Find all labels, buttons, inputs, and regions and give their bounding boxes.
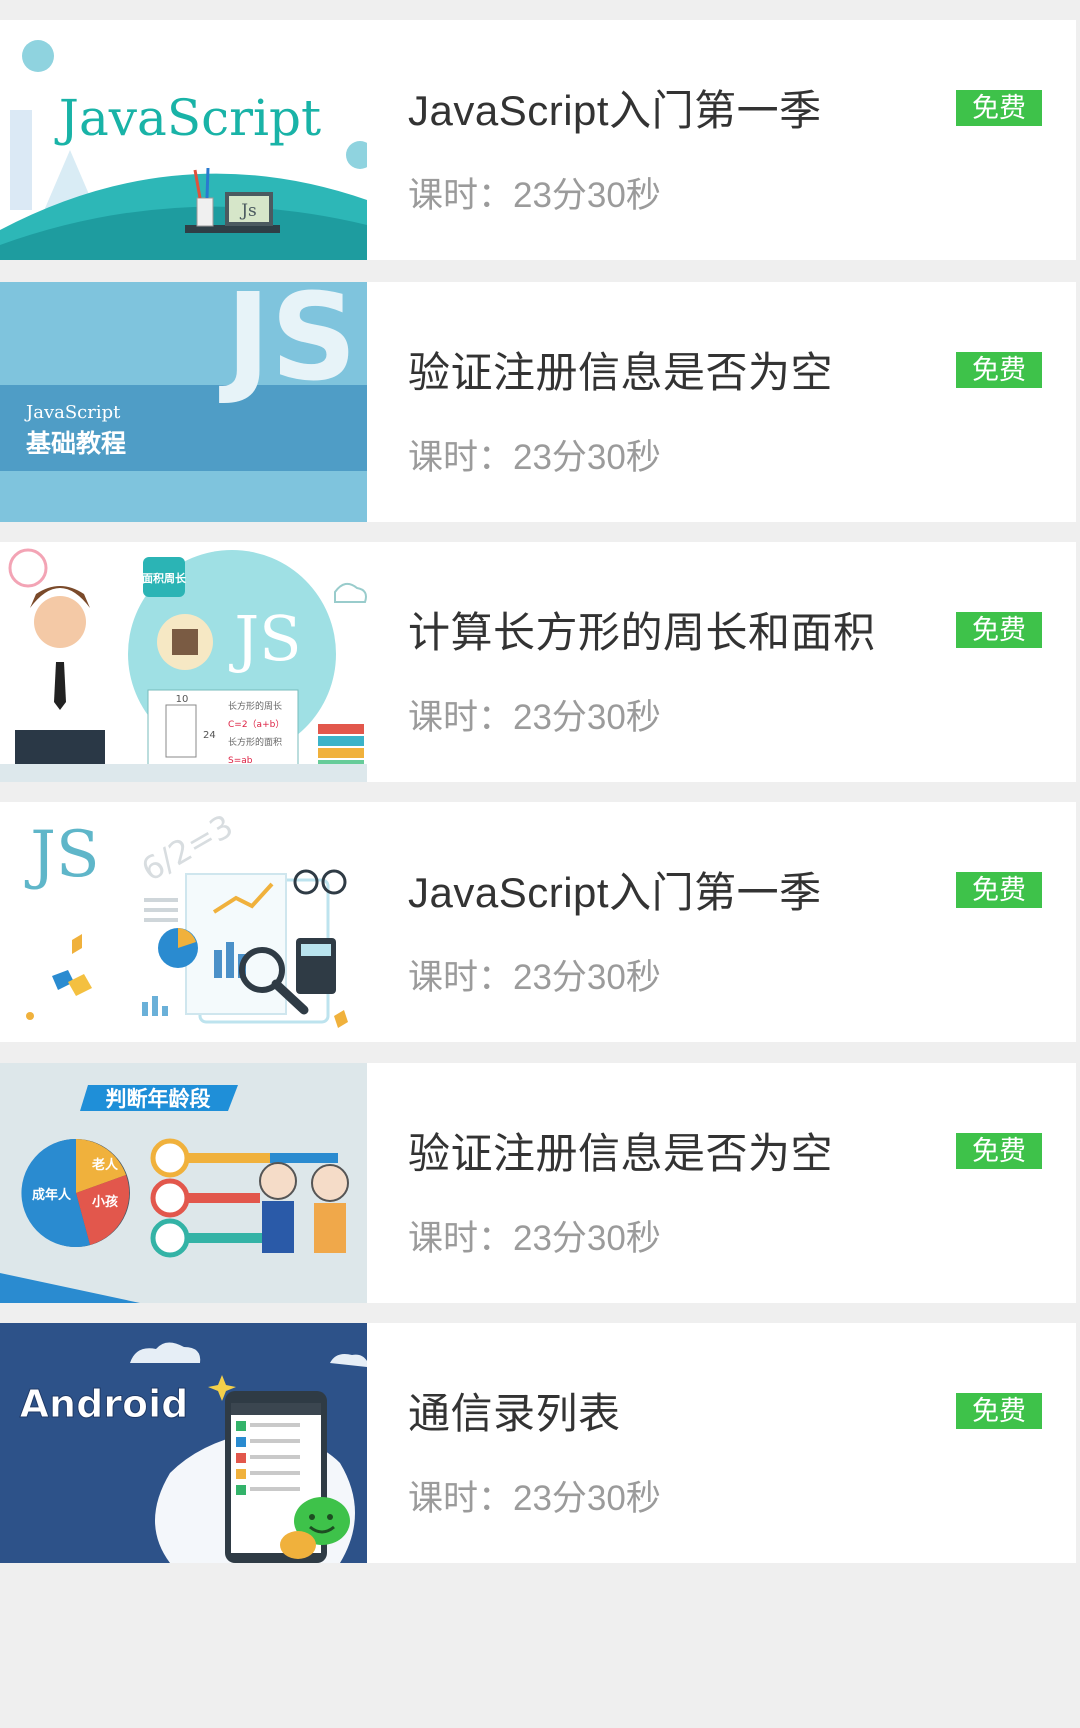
course-duration: 课时：23分30秒 <box>408 1219 661 1258</box>
course-item[interactable]: 判断年龄段 老人 成年人 小孩 验证注册信息是否为空 课时：23分30秒 免费 <box>0 1063 1076 1303</box>
thumb-formula-3: 长方形的面积 <box>228 736 282 748</box>
course-duration: 课时：23分30秒 <box>408 698 661 737</box>
thumb-formula-2: C=2（a+b） <box>228 719 284 730</box>
free-badge: 免费 <box>956 352 1042 388</box>
course-item[interactable]: JavaScript Js JavaScript入门第一季 课时：23分30秒 … <box>0 20 1076 260</box>
thumb-height: 24 <box>203 730 216 741</box>
course-duration: 课时：23分30秒 <box>408 438 661 477</box>
judge-age-group-image: 判断年龄段 老人 成年人 小孩 <box>0 1063 367 1303</box>
thumb-js-label: Js <box>239 201 257 221</box>
course-item[interactable]: Android 通信录列表 课时：23分30秒 免费 <box>0 1323 1076 1563</box>
thumb-formula-1: 长方形的周长 <box>228 700 282 712</box>
rectangle-area-perimeter-image: 面积周长 JS 10 24 长方形的周长 C=2（a+b） 长方形的面积 S=a… <box>0 542 367 782</box>
course-title[interactable]: JavaScript入门第一季 <box>408 859 822 920</box>
course-duration: 课时：23分30秒 <box>408 958 661 997</box>
course-thumbnail[interactable]: JavaScript Js <box>0 20 367 260</box>
thumb-title: 判断年龄段 <box>106 1087 211 1111</box>
js-basic-tutorial-image: JS JavaScript 基础教程 <box>0 282 367 522</box>
thumb-width: 10 <box>176 694 189 705</box>
free-badge: 免费 <box>956 872 1042 908</box>
thumb-android-text: Android <box>20 1382 189 1426</box>
thumb-label-adult: 成年人 <box>32 1187 72 1203</box>
javascript-illustration-image: JavaScript Js <box>0 20 367 260</box>
course-title[interactable]: 验证注册信息是否为空 <box>408 339 833 400</box>
free-badge: 免费 <box>956 612 1042 648</box>
thumb-label-elder: 老人 <box>91 1157 119 1173</box>
course-duration: 课时：23分30秒 <box>408 176 661 215</box>
course-item[interactable]: JS JavaScript 基础教程 验证注册信息是否为空 课时：23分30秒 … <box>0 282 1076 522</box>
thumb-big-js: JS <box>24 818 100 892</box>
android-contacts-image: Android <box>0 1323 367 1563</box>
free-badge: 免费 <box>956 1393 1042 1429</box>
free-badge: 免费 <box>956 90 1042 126</box>
course-title[interactable]: JavaScript入门第一季 <box>408 77 822 138</box>
course-title[interactable]: 验证注册信息是否为空 <box>408 1120 833 1181</box>
thumb-big-js: JS <box>228 602 301 675</box>
thumb-line1: JavaScript <box>24 402 121 423</box>
course-thumbnail[interactable]: Android <box>0 1323 367 1563</box>
course-duration: 课时：23分30秒 <box>408 1479 661 1518</box>
course-title[interactable]: 计算长方形的周长和面积 <box>408 599 876 660</box>
thumb-line2: 基础教程 <box>26 429 126 458</box>
course-title[interactable]: 通信录列表 <box>408 1380 621 1441</box>
course-thumbnail[interactable]: 判断年龄段 老人 成年人 小孩 <box>0 1063 367 1303</box>
thumb-title-text: JavaScript <box>54 89 321 147</box>
course-thumbnail[interactable]: 面积周长 JS 10 24 长方形的周长 C=2（a+b） 长方形的面积 S=a… <box>0 542 367 782</box>
thumb-label-child: 小孩 <box>92 1194 118 1210</box>
free-badge: 免费 <box>956 1133 1042 1169</box>
course-thumbnail[interactable]: JS 6/2=3 <box>0 802 367 1042</box>
thumb-tag: 面积周长 <box>142 571 187 585</box>
course-item[interactable]: 面积周长 JS 10 24 长方形的周长 C=2（a+b） 长方形的面积 S=a… <box>0 542 1076 782</box>
js-charts-magnifier-image: JS 6/2=3 <box>0 802 367 1042</box>
thumb-big-js: JS <box>219 282 357 408</box>
course-thumbnail[interactable]: JS JavaScript 基础教程 <box>0 282 367 522</box>
course-item[interactable]: JS 6/2=3 JavaScript入门第一季 课时：23分30秒 免费 <box>0 802 1076 1042</box>
